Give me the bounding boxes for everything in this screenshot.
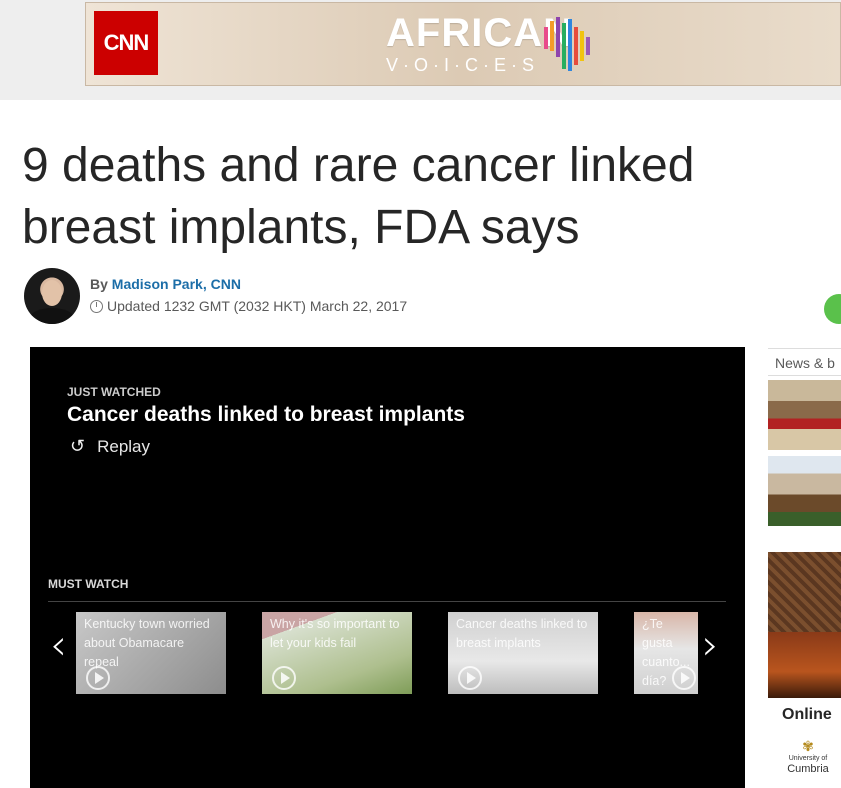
clock-icon	[90, 299, 103, 313]
video-title: Cancer deaths linked to breast implants	[67, 403, 465, 426]
thumbnail-caption: Kentucky town worried about Obamacare re…	[84, 617, 210, 669]
university-line-2: Cumbria	[787, 763, 829, 775]
must-watch-divider	[48, 601, 726, 602]
sidebar-heading: News & b	[768, 348, 841, 376]
thumbnail-caption: Cancer deaths linked to breast implants	[456, 617, 588, 650]
play-icon[interactable]	[272, 666, 296, 690]
carousel-prev-button[interactable]: ‹	[50, 624, 67, 666]
university-logo[interactable]: ✾ University of Cumbria	[784, 738, 832, 775]
carousel-next-button[interactable]: ›	[702, 624, 719, 666]
thumbnail-caption: Why it's so important to let your kids f…	[270, 617, 400, 650]
just-watched-label: JUST WATCHED	[67, 385, 161, 399]
banner-subtitle: V·O·I·C·E·S	[386, 55, 539, 75]
headline-line-1: 9 deaths and rare cancer linked	[22, 139, 695, 192]
sidebar-ad-image-lower	[768, 632, 841, 698]
article-headline: 9 deaths and rare cancer linked breast i…	[22, 135, 841, 259]
must-watch-label: MUST WATCH	[48, 577, 129, 591]
sidebar-ad-title[interactable]: Online	[782, 706, 832, 724]
thumbnail-card[interactable]: Kentucky town worried about Obamacare re…	[76, 612, 226, 694]
play-icon[interactable]	[458, 666, 482, 690]
play-icon[interactable]	[86, 666, 110, 690]
university-line-1: University of	[788, 755, 828, 762]
byline-prefix: By	[90, 276, 112, 292]
replay-button[interactable]: ↺ Replay	[70, 436, 150, 457]
play-icon[interactable]	[672, 666, 696, 690]
africa-map-icon	[544, 17, 604, 75]
thumbnail-card[interactable]: ¿Te gusta cuanto... día?	[634, 612, 698, 694]
sidebar-story-image[interactable]	[768, 380, 841, 450]
replay-icon: ↺	[70, 436, 86, 456]
video-player[interactable]: JUST WATCHED Cancer deaths linked to bre…	[30, 347, 745, 788]
avatar-face	[42, 280, 62, 306]
replay-label: Replay	[97, 436, 151, 456]
cnn-logo[interactable]: CNN	[94, 11, 158, 75]
byline: By Madison Park, CNN	[90, 276, 241, 292]
author-link[interactable]: Madison Park, CNN	[112, 276, 241, 292]
share-icon[interactable]	[824, 294, 841, 324]
thumbnail-card[interactable]: Cancer deaths linked to breast implants	[448, 612, 598, 694]
cnn-logo-text: CNN	[103, 30, 150, 55]
thumbnail-card[interactable]: Why it's so important to let your kids f…	[262, 612, 412, 694]
headline-line-2: breast implants, FDA says	[22, 201, 580, 254]
university-crest-icon: ✾	[802, 738, 814, 754]
author-avatar[interactable]	[24, 268, 80, 324]
updated-text: Updated 1232 GMT (2032 HKT) March 22, 20…	[107, 298, 408, 314]
sidebar-story-image[interactable]	[768, 456, 841, 526]
avatar-shirt	[30, 308, 74, 324]
updated-timestamp: Updated 1232 GMT (2032 HKT) March 22, 20…	[90, 298, 407, 314]
african-voices-banner[interactable]: CNN AFRICAN V·O·I·C·E·S	[85, 2, 841, 86]
